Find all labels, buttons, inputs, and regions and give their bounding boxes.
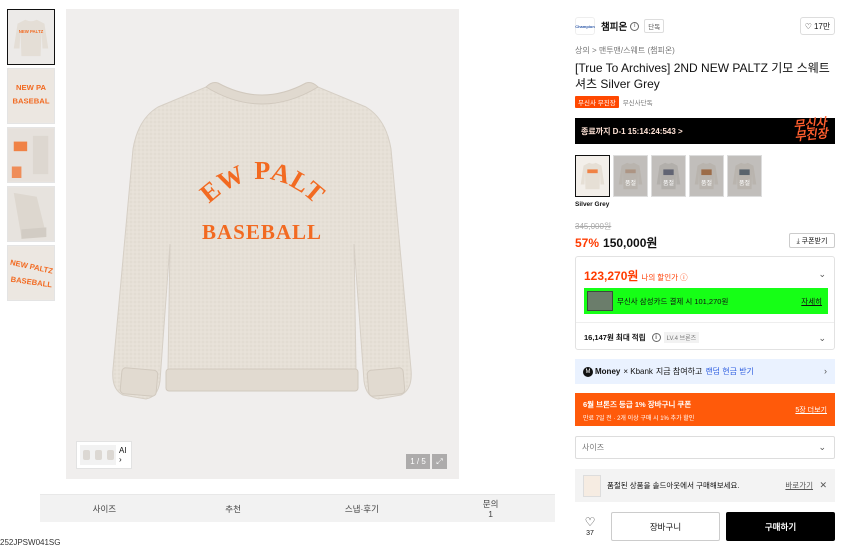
detail-tab-bar: 사이즈 추천 스냅·후기 문의 1 (40, 494, 555, 522)
product-like-button[interactable]: ♡ 37 (575, 514, 605, 539)
final-price-label: 나의 할인가 ⓘ (641, 273, 688, 282)
thumbnail-cuff-detail[interactable] (7, 127, 55, 183)
card-offer-text: 무신사 삼성카드 결제 시 101,270원 (617, 296, 729, 306)
sold-out-overlay: 품절 (614, 156, 647, 196)
heart-icon: ♡ (584, 514, 596, 529)
sale-timer-banner[interactable]: 종료까지 D-1 15:14:24:543 > 무신사 무진장 (575, 115, 835, 144)
sale-price: 150,000원 (603, 236, 658, 250)
money-banner-link[interactable]: 랜덤 현금 받기 (705, 366, 754, 377)
credit-card-icon (587, 291, 613, 311)
color-swatch-2[interactable]: 품절 (613, 155, 648, 197)
product-title: [True To Archives] 2ND NEW PALTZ 기모 스웨트셔… (575, 61, 830, 91)
mujinjang-logo: 무신사 무진장 (792, 115, 829, 144)
thumbnail-sleeve-detail[interactable] (7, 186, 55, 242)
brand-row: Champion 챔피온 i 단독 ♡ 17만 (575, 17, 837, 35)
thumbnail-print-closeup[interactable]: NEW PA BASEBAL (7, 68, 55, 124)
points-row[interactable]: 16,147원 최대 적립 i LV.4 브론즈 (584, 332, 700, 343)
svg-text:NEW PA: NEW PA (16, 83, 47, 92)
cart-coupon-banner[interactable]: 6월 브론즈 등급 1% 장바구니 쿠폰 만료 7일 전 · 2개 이상 구매 … (575, 393, 835, 426)
price-row: 57% 150,000원 (575, 234, 657, 251)
money-brand: Money (595, 367, 621, 376)
card-offer-detail-link[interactable]: 자세히 (801, 296, 822, 307)
size-select-placeholder: 사이즈 (582, 443, 605, 452)
money-kbank-banner[interactable]: M Money × Kbank 지금 참여하고 랜덤 현금 받기 › (575, 359, 835, 384)
product-info-panel: Champion 챔피온 i 단독 ♡ 17만 상의 > 맨투맨/스웨트 (챔피… (575, 0, 837, 548)
coupon-subtitle: 만료 7일 전 · 2개 이상 구매 시 1% 추가 할인 (583, 416, 695, 422)
product-badges: 무신사 무진장 무신사단독 (575, 96, 653, 108)
original-price: 345,000원 (575, 222, 612, 231)
outlet-link[interactable]: 바로가기 (785, 480, 813, 491)
coupon-more-link[interactable]: 5장 더보기 (795, 405, 827, 415)
divider (576, 322, 834, 323)
expand-icon[interactable]: ⤢ (432, 454, 447, 469)
money-logo-icon: M (583, 366, 593, 377)
ai-label: AI › (119, 446, 127, 464)
product-code: 252JPSW041SG (0, 538, 61, 547)
purchase-bar: ♡ 37 장바구니 구매하기 (575, 512, 837, 542)
money-banner-text: 지금 참여하고 (655, 367, 703, 376)
add-to-cart-button[interactable]: 장바구니 (611, 512, 720, 541)
tab-snap-review[interactable]: 스냅·후기 (298, 495, 427, 522)
brand-like-count: 17만 (813, 21, 831, 31)
brand-logo[interactable]: Champion (575, 17, 595, 35)
discount-rate: 57% (575, 236, 600, 250)
close-icon[interactable]: ✕ (819, 480, 827, 491)
sold-out-overlay: 품절 (652, 156, 685, 196)
chevron-right-icon: › (824, 366, 827, 376)
tab-inquiry[interactable]: 문의 1 (426, 495, 555, 522)
selected-color-name: Silver Grey (575, 201, 610, 208)
thumbnail-print-angle[interactable]: NEW PALTZ BASEBALL (7, 245, 55, 301)
color-swatch-silver-grey[interactable] (575, 155, 610, 197)
ai-preview-thumbs (80, 445, 116, 465)
points-text: 16,147원 최대 적립 (584, 333, 646, 342)
ai-fitting-chip[interactable]: AI › (76, 441, 132, 469)
final-price: 123,270원 (584, 269, 639, 283)
outlet-product-thumb (583, 474, 601, 497)
chevron-down-icon[interactable]: ⌄ (818, 269, 826, 280)
chevron-down-icon: ⌄ (818, 442, 826, 452)
info-icon[interactable]: i (630, 21, 640, 31)
buy-now-button[interactable]: 구매하기 (726, 512, 835, 541)
color-options: 품절 품절 품절 품절 (575, 155, 762, 197)
sale-timer-text: 종료까지 D-1 15:14:24:543 > (581, 126, 683, 136)
final-price-row[interactable]: 123,270원 나의 할인가 ⓘ (584, 267, 688, 284)
image-counter: 1 / 5 (406, 454, 430, 469)
heart-icon: ♡ (804, 21, 812, 31)
sold-out-overlay: 품절 (690, 156, 723, 196)
kbank-partner: × Kbank (623, 367, 653, 376)
breadcrumb[interactable]: 상의 > 맨투맨/스웨트 (챔피온) (575, 45, 675, 56)
outlet-text: 품절된 상품을 솔드아웃에서 구매해보세요. (607, 481, 740, 490)
brand-like-button[interactable]: ♡ 17만 (800, 17, 835, 35)
coupon-download-button[interactable]: ⤓ 쿠폰받기 (789, 233, 835, 248)
color-swatch-4[interactable]: 품절 (689, 155, 724, 197)
benefit-box: 123,270원 나의 할인가 ⓘ ⌄ 무신사 삼성카드 결제 시 101,27… (575, 256, 835, 350)
member-level-badge: LV.4 브론즈 (663, 332, 700, 343)
thumbnail-front[interactable]: NEW PALTZ (7, 9, 55, 65)
sold-out-overlay: 품절 (728, 156, 761, 196)
card-offer-row[interactable]: 무신사 삼성카드 결제 시 101,270원 자세히 (584, 288, 828, 314)
badge-mujinjang: 무신사 무진장 (575, 96, 619, 108)
sweatshirt-illustration: NEW PALTZ BASEBALL (66, 9, 412, 400)
tab-size[interactable]: 사이즈 (40, 495, 169, 522)
color-swatch-3[interactable]: 품절 (651, 155, 686, 197)
coupon-title: 6월 브론즈 등급 1% 장바구니 쿠폰 (583, 400, 692, 409)
svg-text:BASEBAL: BASEBAL (12, 97, 49, 106)
size-select[interactable]: 사이즈 ⌄ (575, 436, 835, 459)
tab-recommend[interactable]: 추천 (169, 495, 298, 522)
main-print-baseball: BASEBALL (202, 220, 322, 244)
thumbnail-list: NEW PALTZ NEW PA BASEBAL NEW PALTZ BASEB… (7, 9, 55, 304)
exclusive-badge: 단독 (644, 19, 665, 33)
color-swatch-5[interactable]: 품절 (727, 155, 762, 197)
badge-exclusive: 무신사단독 (622, 100, 653, 107)
inquiry-count: 1 (488, 508, 493, 519)
soldout-outlet-banner: 품절된 상품을 솔드아웃에서 구매해보세요. 바로가기 ✕ (575, 469, 835, 502)
main-product-image[interactable]: NEW PALTZ BASEBALL AI› 1 / 5 ⤢ (66, 9, 459, 479)
svg-text:NEW PALTZ: NEW PALTZ (19, 29, 44, 34)
info-icon[interactable]: i (651, 333, 661, 342)
chevron-down-icon[interactable]: ⌄ (818, 333, 826, 344)
brand-name[interactable]: 챔피온 (601, 19, 627, 33)
product-like-count: 37 (586, 529, 594, 537)
